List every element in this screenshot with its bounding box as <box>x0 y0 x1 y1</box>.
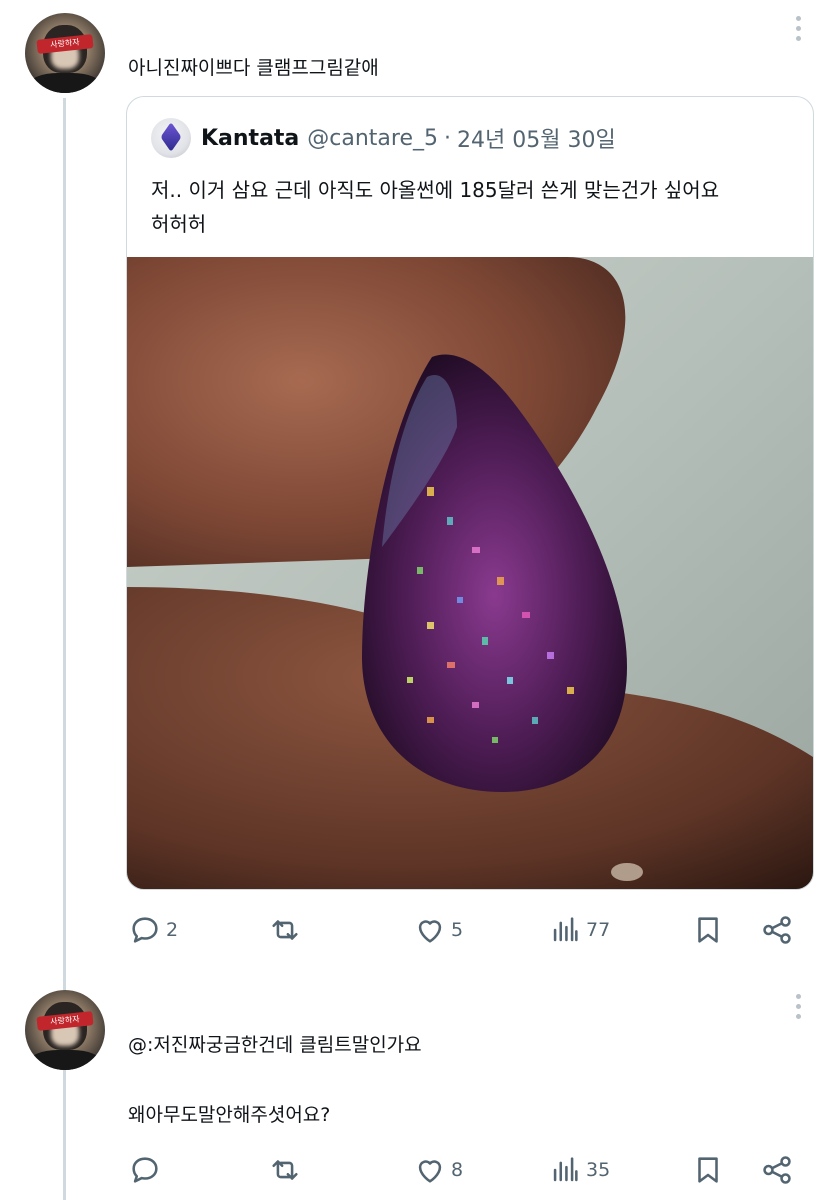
views-icon <box>553 917 578 942</box>
like-button[interactable]: 8 <box>413 1150 463 1190</box>
quoted-tweet-card[interactable]: Kantata @cantare_5 · 24년 05월 30일 저.. 이거 … <box>126 96 814 890</box>
quoted-avatar[interactable] <box>151 118 191 158</box>
like-count: 5 <box>451 919 464 941</box>
tweet-action-bar: 2 5 77 <box>128 910 818 950</box>
bookmark-icon <box>698 1157 718 1183</box>
quoted-text-line: 허허허 <box>151 212 207 236</box>
share-button[interactable] <box>760 1150 794 1190</box>
quoted-tweet-header: Kantata @cantare_5 · 24년 05월 30일 <box>151 117 616 159</box>
tweet-text: 아니진짜이쁘다 클램프그림같애 <box>128 57 379 79</box>
like-count: 8 <box>451 1159 464 1181</box>
retweet-icon <box>272 920 298 940</box>
view-count: 77 <box>586 919 611 941</box>
quoted-text-line: 저.. 이거 삼요 근데 아직도 아올썬에 185달러 쓴게 맞는건가 싶어요 <box>151 178 720 202</box>
meta-separator: · <box>444 125 452 151</box>
bookmark-button[interactable] <box>691 910 725 950</box>
share-button[interactable] <box>760 910 794 950</box>
heart-icon <box>418 1160 442 1183</box>
quoted-handle[interactable]: @cantare_5 <box>307 126 438 151</box>
tweet-text-line: 왜아무도말안해주셧어요? <box>128 1104 331 1126</box>
views-button[interactable]: 77 <box>548 910 610 950</box>
quoted-display-name[interactable]: Kantata <box>201 126 299 151</box>
heart-icon <box>418 920 442 943</box>
quoted-date[interactable]: 24년 05월 30일 <box>457 122 616 154</box>
avatar[interactable]: 사랑하자 <box>25 990 105 1070</box>
tweet-text-line: @:저진짜궁금한건데 클림트말인가요 <box>128 1034 422 1056</box>
gem-logo-icon <box>160 122 182 152</box>
quoted-tweet-text: 저.. 이거 삼요 근데 아직도 아올썬에 185달러 쓴게 맞는건가 싶어요 … <box>151 173 791 241</box>
reply-count: 2 <box>166 919 179 941</box>
retweet-button[interactable] <box>268 1150 306 1190</box>
reply-button[interactable] <box>128 1150 166 1190</box>
share-icon <box>763 1156 791 1184</box>
retweet-icon <box>272 1160 298 1180</box>
reply-icon <box>132 1157 158 1183</box>
views-button[interactable]: 35 <box>548 1150 610 1190</box>
tweet-action-bar: 8 35 <box>128 1150 818 1190</box>
bookmark-icon <box>698 917 718 943</box>
retweet-button[interactable] <box>268 910 306 950</box>
view-count: 35 <box>586 1159 611 1181</box>
views-icon <box>553 1157 578 1182</box>
like-button[interactable]: 5 <box>413 910 463 950</box>
reply-icon <box>132 917 158 943</box>
more-vertical-icon[interactable] <box>796 994 802 1024</box>
reply-button[interactable]: 2 <box>128 910 178 950</box>
more-vertical-icon[interactable] <box>796 16 802 46</box>
bookmark-button[interactable] <box>691 1150 725 1190</box>
gemstone-photo[interactable] <box>127 257 813 889</box>
avatar[interactable]: 사랑하자 <box>25 13 105 93</box>
share-icon <box>763 916 791 944</box>
